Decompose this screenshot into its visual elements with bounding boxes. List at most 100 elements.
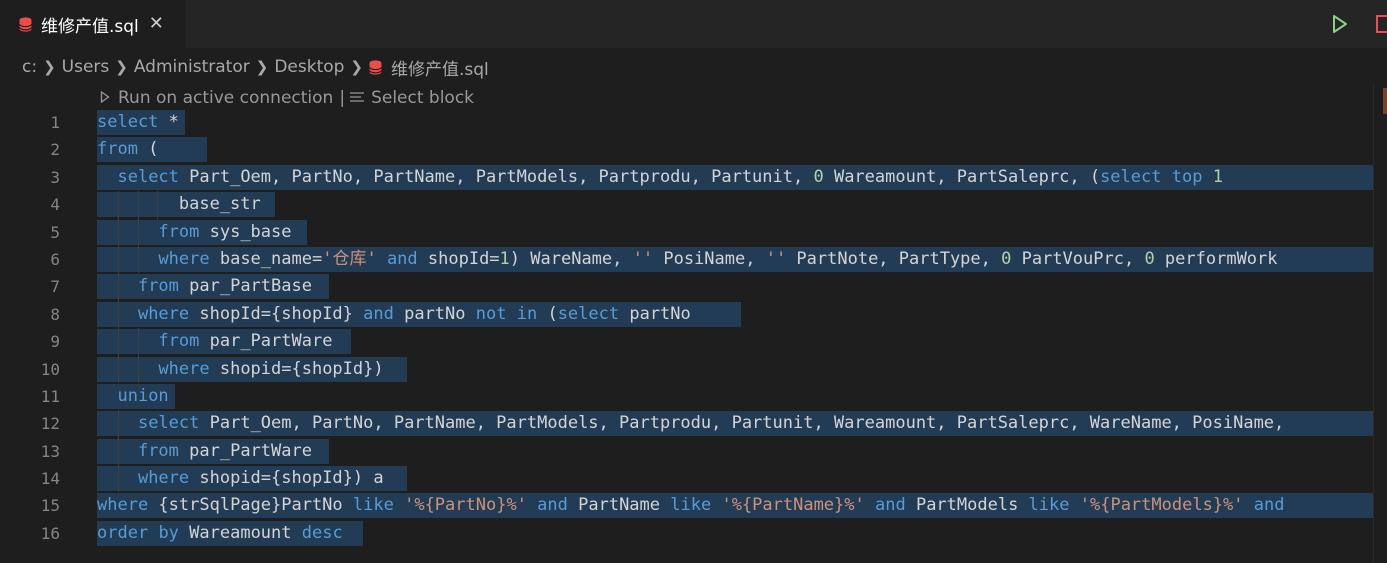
number-token: 1 [499, 248, 510, 269]
text-token: partNo [393, 303, 476, 324]
keyword-token: and [386, 248, 418, 269]
line-number: 7 [50, 277, 60, 297]
play-icon[interactable] [1331, 14, 1349, 34]
line-number: 6 [50, 249, 60, 269]
code-text: where shopid={shopId}) [97, 358, 384, 379]
number-token: 0 [1001, 248, 1012, 269]
keyword-token: from [97, 139, 138, 160]
line-number: 10 [40, 359, 60, 379]
keyword-token: not [475, 303, 507, 324]
stop-icon[interactable] [1376, 15, 1387, 33]
line-number: 15 [40, 496, 60, 516]
text-token: PartNote, PartType, [786, 248, 1002, 269]
codelens-divider: | [339, 88, 346, 108]
code-line[interactable]: select Part_Oem, PartNo, PartName, PartM… [97, 164, 1375, 191]
scrollbar-marker [1383, 88, 1387, 114]
keyword-token: like [1028, 495, 1070, 516]
tab-bar: 维修产值.sql ✕ [0, 0, 1387, 48]
vertical-scrollbar[interactable] [1373, 82, 1387, 563]
code-text: base_str [97, 194, 261, 214]
close-icon[interactable]: ✕ [149, 15, 164, 33]
code-line[interactable]: from par_PartWare [97, 328, 1375, 356]
code-line[interactable]: from sys_base [97, 218, 1375, 246]
keyword-token: order [97, 522, 149, 543]
text-token: {strSqlPage}PartNo [148, 495, 353, 516]
text-token: PosiName, [653, 248, 766, 269]
line-number: 4 [50, 195, 60, 215]
text-token: performWork [1154, 248, 1278, 269]
chevron-right-icon: ❯ [115, 58, 128, 76]
text-token: shopid={shopId}) [209, 358, 384, 379]
text-token: * [158, 112, 179, 132]
breadcrumb-administrator[interactable]: Administrator [134, 57, 250, 77]
breadcrumb-users[interactable]: Users [62, 57, 110, 77]
keyword-token: union [117, 385, 169, 406]
breadcrumb-drive[interactable]: c: [22, 57, 37, 77]
breadcrumb-desktop[interactable]: Desktop [274, 57, 344, 77]
keyword-token: and [537, 495, 568, 516]
keyword-token: select [117, 166, 179, 187]
line-number: 12 [40, 414, 60, 434]
code-line[interactable]: from par_PartWare [97, 437, 1375, 466]
breadcrumb-file[interactable]: 维修产值.sql [391, 55, 489, 80]
text-token: shopId={shopId} [189, 303, 364, 324]
text-token: PartModels [905, 495, 1029, 516]
keyword-token: and [363, 303, 394, 324]
code-text: where {strSqlPage}PartNo like '%{PartNo}… [97, 495, 1284, 515]
database-icon [19, 16, 32, 32]
text-token: PartName [567, 495, 671, 516]
text-token: par_PartBase [178, 276, 312, 297]
number-token: 1 [1212, 166, 1223, 187]
text-token: base_str [97, 194, 261, 215]
code-editor[interactable]: 1 2 3 4 5 6 7 8 9 10 11 12 13 14 15 16 select * from ( s… [0, 109, 1375, 549]
code-line[interactable]: select Part_Oem, PartNo, PartName, PartM… [97, 410, 1375, 438]
code-text: from par_PartWare [97, 441, 312, 461]
chevron-right-icon: ❯ [255, 58, 269, 76]
tab-sql-file[interactable]: 维修产值.sql ✕ [0, 0, 186, 48]
line-number: 13 [40, 441, 60, 461]
code-line[interactable]: from ( [97, 136, 1375, 163]
line-number: 5 [50, 222, 60, 242]
keyword-token: top [1171, 166, 1203, 187]
keyword-token: desc [301, 522, 343, 543]
keyword-token: in [516, 303, 538, 324]
line-number-gutter: 1 2 3 4 5 6 7 8 9 10 11 12 13 14 15 16 [0, 109, 70, 547]
code-area[interactable]: select * from ( select Part_Oem, PartNo, … [97, 109, 1375, 547]
code-text: select * [97, 112, 179, 132]
code-line[interactable]: where shopid={shopId}) a [97, 465, 1375, 493]
code-line[interactable]: where {strSqlPage}PartNo like '%{PartNo}… [97, 492, 1375, 519]
code-line[interactable]: from par_PartBase [97, 273, 1375, 301]
code-text: where shopId={shopId} and partNo not in … [97, 304, 691, 324]
text-token: Part_Oem, PartNo, PartName, PartModels, … [178, 166, 814, 187]
code-line[interactable]: where base_name='仓库' and shopId=1) WareN… [97, 245, 1375, 274]
code-line[interactable]: union [97, 383, 1375, 410]
code-line[interactable]: where shopId={shopId} and partNo not in … [97, 300, 1375, 329]
run-on-active-connection-link[interactable]: Run on active connection [118, 88, 333, 108]
code-line[interactable]: base_str [97, 191, 1375, 219]
code-line[interactable]: order by Wareamount desc [97, 520, 1375, 547]
text-token: sys_base [199, 221, 292, 242]
string-token: '%{PartName}%' [721, 495, 865, 516]
code-line[interactable]: where shopid={shopId}) [97, 355, 1375, 383]
keyword-token: and [875, 495, 906, 516]
keyword-token: select [97, 112, 159, 132]
code-text: select Part_Oem, PartNo, PartName, PartM… [97, 166, 1223, 187]
select-block-link[interactable]: Select block [371, 88, 474, 108]
keyword-token: select [1100, 166, 1162, 187]
text-token: shopId= [417, 248, 500, 269]
code-line[interactable]: select * [97, 109, 1375, 136]
keyword-token: from [158, 221, 200, 242]
code-text: select Part_Oem, PartNo, PartName, PartM… [97, 413, 1284, 433]
text-token: PartVouPrc, [1011, 248, 1145, 269]
keyword-token: like [670, 495, 712, 516]
